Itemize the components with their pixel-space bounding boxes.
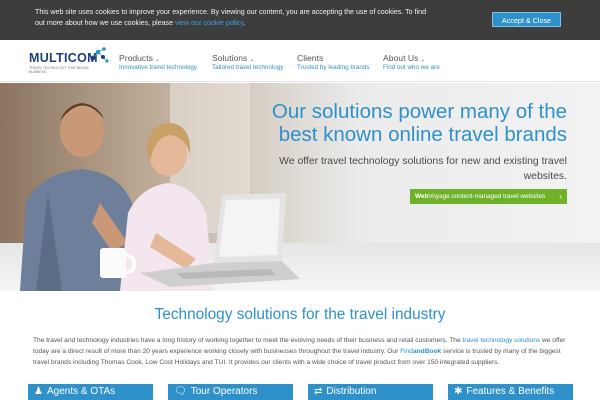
nav-about-us[interactable]: About Us ⌄ Find out who we are bbox=[383, 53, 440, 71]
nav-title: Clients bbox=[297, 53, 370, 63]
logo-tagline: TRAVEL TECHNOLOGY THAT MEANS BUSINESS bbox=[29, 66, 89, 74]
section-title: Technology solutions for the travel indu… bbox=[154, 306, 446, 323]
chevron-down-icon: ⌄ bbox=[249, 57, 255, 63]
person-icon: ♟ bbox=[34, 386, 43, 397]
chevron-down-icon: ⌄ bbox=[420, 57, 426, 63]
tile-label: Distribution bbox=[326, 386, 377, 397]
nav-label: Clients bbox=[297, 53, 324, 63]
nav-subtitle: Innovative travel technology bbox=[119, 64, 198, 71]
tile-label: Features & Benefits bbox=[466, 386, 555, 397]
intro-paragraph: The travel and technology industries hav… bbox=[33, 335, 568, 368]
accept-close-button[interactable]: Accept & Close bbox=[492, 12, 561, 27]
nav-subtitle: Tailored travel technology bbox=[212, 64, 284, 71]
webvoyage-cta-button[interactable]: WebVoyage content-managed travel website… bbox=[410, 189, 567, 204]
travel-technology-solutions-link[interactable]: travel technology solutions bbox=[462, 337, 540, 344]
cta-brand-bold: Web bbox=[415, 193, 429, 200]
tile-tour-operators[interactable]: 🗨 Tour Operators bbox=[168, 384, 293, 400]
tile-label: Agents & OTAs bbox=[46, 386, 116, 397]
cta-label: Voyage content-managed travel websites bbox=[428, 193, 546, 200]
hero-headline: Our solutions power many of the best kno… bbox=[271, 100, 567, 146]
chevron-down-icon: ⌄ bbox=[154, 57, 160, 63]
nav-title: About Us ⌄ bbox=[383, 53, 440, 63]
chat-icon: 🗨 bbox=[174, 386, 187, 397]
logo-molecule-icon bbox=[90, 47, 109, 63]
chevron-right-icon: › bbox=[559, 192, 562, 201]
tile-features-benefits[interactable]: ✱ Features & Benefits bbox=[448, 384, 573, 400]
tile-agents-otas[interactable]: ♟ Agents & OTAs bbox=[28, 384, 153, 400]
cookie-policy-link[interactable]: view our cookie policy bbox=[175, 19, 243, 27]
findandbook-brand-part1: Find bbox=[400, 348, 413, 355]
nav-title: Products ⌄ bbox=[119, 53, 197, 63]
distribution-icon: ⇄ bbox=[314, 386, 323, 397]
logo[interactable]: MULTICOM TRAVEL TECHNOLOGY THAT MEANS BU… bbox=[29, 45, 109, 75]
nav-label: Products bbox=[119, 53, 153, 63]
nav-subtitle: Find out who we are bbox=[383, 64, 440, 71]
nav-label: About Us bbox=[383, 53, 419, 63]
intro-text: The travel and technology industries hav… bbox=[33, 337, 461, 344]
tile-distribution[interactable]: ⇄ Distribution bbox=[308, 384, 433, 400]
nav-products[interactable]: Products ⌄ Innovative travel technology bbox=[119, 53, 197, 71]
findandbook-brand-part2: andBook bbox=[412, 348, 442, 355]
nav-clients[interactable]: Clients Trusted by leading brands bbox=[297, 53, 370, 71]
nav-label: Solutions bbox=[212, 53, 248, 63]
cookie-text-end: . bbox=[243, 19, 246, 27]
nav-title: Solutions ⌄ bbox=[212, 53, 283, 63]
nav-subtitle: Trusted by leading brands bbox=[297, 64, 370, 71]
nav-solutions[interactable]: Solutions ⌄ Tailored travel technology bbox=[212, 53, 283, 71]
tile-label: Tour Operators bbox=[190, 386, 258, 397]
cookie-banner: This web site uses cookies to improve yo… bbox=[0, 0, 600, 40]
hero-subheadline: We offer travel technology solutions for… bbox=[279, 156, 567, 182]
star-icon: ✱ bbox=[454, 386, 463, 397]
cookie-message: This web site uses cookies to improve yo… bbox=[35, 7, 435, 29]
